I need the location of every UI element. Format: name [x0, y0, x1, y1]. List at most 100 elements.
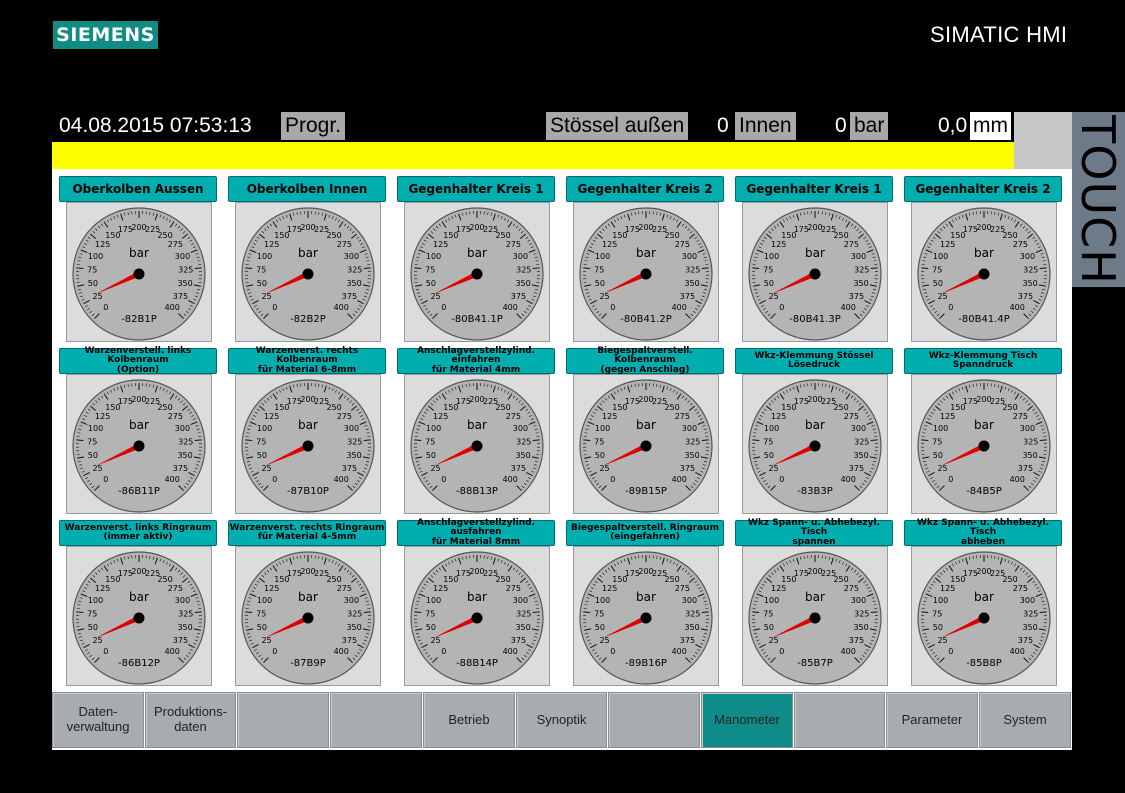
gauge-tag: -80B41.1P [451, 314, 503, 325]
gauge-major-tick [701, 267, 709, 270]
gauge-cell: Biegespaltverstell. Ringraum (eingefahre… [560, 513, 730, 686]
mode-display: Progr. [281, 112, 346, 140]
gauge-scale-label: 350 [177, 451, 192, 460]
nav-button-daten-verwaltung[interactable]: Daten- verwaltung [52, 692, 144, 748]
gauge-scale-label: 75 [256, 437, 266, 446]
nav-button-empty-8[interactable] [794, 692, 885, 748]
gauge-scale-label: 325 [347, 265, 362, 274]
gauge-scale-label: 350 [177, 623, 192, 632]
gauge-scale-label: 50 [764, 279, 774, 288]
gauge-scale-label: 325 [347, 609, 362, 618]
gauge-tag: -86B12P [118, 658, 160, 669]
gauge-unit: bar [298, 590, 318, 604]
gauge-unit: bar [298, 246, 318, 260]
gauge-title: Wkz Spann- u. Abhebezyl. Tisch spannen [735, 518, 893, 546]
gauge-cell: Wkz Spann- u. Abhebezyl. Tisch abheben 0 2… [898, 513, 1068, 686]
gauge-scale-label: 250 [1002, 403, 1017, 412]
gauge-scale-label: 100 [88, 596, 103, 605]
touch-label: TOUCH [1070, 112, 1125, 287]
gauge-major-tick [752, 267, 760, 270]
unit2-display: mm [970, 112, 1011, 140]
gauge-scale-label: 350 [853, 279, 868, 288]
gauge-scale-label: 25 [92, 464, 102, 473]
gauge-scale-label: 50 [595, 451, 605, 460]
gauge-scale-label: 0 [948, 475, 953, 484]
gauge-major-tick [1039, 267, 1047, 270]
gauge-scale-label: 100 [426, 596, 441, 605]
gauge-title: Oberkolben Aussen [59, 176, 217, 202]
gauge-scale-label: 75 [87, 609, 97, 618]
gauge-major-tick [245, 439, 253, 442]
gauge-scale-label: 375 [511, 636, 526, 645]
gauge-major-tick [414, 611, 422, 614]
nav-button-synoptik[interactable]: Synoptik [516, 692, 607, 748]
gauge-major-tick [194, 439, 202, 442]
gauge-title: Gegenhalter Kreis 1 [397, 176, 555, 202]
status-bar: 04.08.2015 07:53:13 Progr. Stössel außen… [52, 112, 1072, 142]
gauge-scale-label: 300 [682, 596, 697, 605]
gauge-scale-label: 50 [595, 623, 605, 632]
gauge-scale-label: 350 [515, 451, 530, 460]
gauge-scale-label: 25 [937, 464, 947, 473]
gauge-title: Oberkolben Innen [228, 176, 386, 202]
gauge-scale-label: 400 [672, 647, 687, 656]
gauge-scale-label: 50 [426, 279, 436, 288]
nav-button-parameter[interactable]: Parameter [886, 692, 978, 748]
pressure-gauge: 0255075100125150175200225250275300325350… [579, 207, 713, 341]
gauge-scale-label: 350 [853, 451, 868, 460]
nav-button-label: Betrieb [448, 711, 490, 727]
gauge-scale-label: 375 [511, 464, 526, 473]
nav-button-empty-2[interactable] [237, 692, 329, 748]
gauge-scale-label: 275 [168, 240, 183, 249]
gauge-hub [471, 440, 483, 452]
gauge-unit: bar [805, 418, 825, 432]
gauge-scale-label: 400 [503, 303, 518, 312]
gauge-unit: bar [636, 246, 656, 260]
gauge-major-tick [76, 439, 84, 442]
gauge-tag: -80B41.3P [789, 314, 841, 325]
gauge-scale-label: 400 [165, 647, 180, 656]
pressure-gauge: 0255075100125150175200225250275300325350… [72, 207, 206, 341]
gauge-cell: Wkz-Klemmung Stössel Lösedruck 0 25 50 75 100… [729, 341, 899, 514]
nav-button-empty-6[interactable] [608, 692, 700, 748]
gauge-tag: -82B2P [290, 314, 326, 325]
gauge-scale-label: 325 [178, 609, 193, 618]
gauge-hub [302, 612, 314, 624]
gauge-scale-label: 300 [851, 596, 866, 605]
datetime-display: 04.08.2015 07:53:13 [59, 114, 252, 137]
gauge-scale-label: 375 [342, 292, 357, 301]
gauge-title: Biegespaltverstell. Kolbenraum (gegen An… [566, 346, 724, 374]
gauge-scale-label: 25 [599, 464, 609, 473]
nav-button-betrieb[interactable]: Betrieb [423, 692, 515, 748]
gauge-scale-label: 100 [933, 424, 948, 433]
gauge-scale-label: 75 [87, 265, 97, 274]
gauge-major-tick [583, 439, 591, 442]
gauge-scale-label: 25 [768, 464, 778, 473]
gauge-scale-label: 50 [426, 451, 436, 460]
gauge-scale-label: 400 [503, 647, 518, 656]
pressure-gauge: 0255075100125150175200225250275300325350… [72, 551, 206, 685]
gauge-hub [978, 268, 990, 280]
nav-button-system[interactable]: System [979, 692, 1071, 748]
nav-button-produktions-daten[interactable]: Produktions- daten [145, 692, 236, 748]
gauge-hub [640, 268, 652, 280]
nav-button-manometer[interactable]: Manometer [701, 692, 793, 748]
gauge-hub [302, 268, 314, 280]
gauge-title: Warzenverst. links Ringraum (immer aktiv… [59, 520, 217, 546]
gauge-scale-label: 125 [771, 584, 786, 593]
gauge-scale-label: 100 [257, 252, 272, 261]
gauge-scale-label: 125 [95, 412, 110, 421]
pressure-gauge: 0255075100125150175200225250275300325350… [917, 379, 1051, 513]
nav-button-empty-3[interactable] [330, 692, 422, 748]
gauge-scale-label: 0 [441, 647, 446, 656]
gauge-scale-label: 300 [513, 424, 528, 433]
gauge-scale-label: 400 [841, 475, 856, 484]
gauge-scale-label: 75 [425, 265, 435, 274]
gauge-cell: Oberkolben Innen 0 25 50 75 100 125 150 175 200 22… [222, 169, 392, 342]
gauge-scale-label: 375 [680, 292, 695, 301]
gauge-scale-label: 325 [854, 609, 869, 618]
gauge-tag: -82B1P [121, 314, 157, 325]
gauge-scale-label: 250 [1002, 575, 1017, 584]
gauge-hub [471, 268, 483, 280]
gauge-scale-label: 325 [854, 437, 869, 446]
